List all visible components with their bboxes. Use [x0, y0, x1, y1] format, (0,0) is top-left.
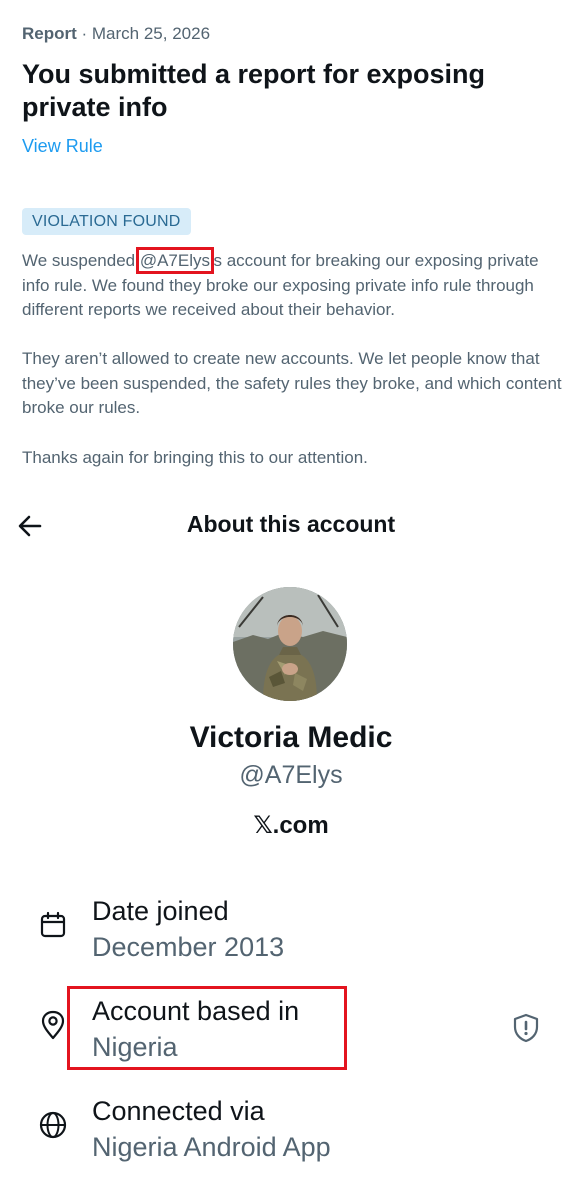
report-title: You submitted a report for exposing priv…: [22, 59, 486, 122]
avatar-photo: [233, 587, 347, 701]
violation-badge: VIOLATION FOUND: [22, 208, 191, 235]
suspended-handle-highlight: @A7Elys: [135, 247, 215, 274]
avatar: [233, 587, 347, 701]
about-account-panel: About this account Victoria Medic @A7Ely…: [0, 485, 582, 1200]
page-title: About this account: [186, 511, 396, 537]
globe-icon: [39, 1111, 67, 1139]
report-card: Report · March 25, 2026 You submitted a …: [0, 0, 582, 485]
date-joined-value: December 2013: [92, 932, 285, 962]
report-meta: Report · March 25, 2026: [22, 24, 210, 44]
display-name: Victoria Medic: [189, 721, 393, 754]
username-handle: @A7Elys: [239, 761, 343, 789]
suspension-paragraph: We suspended @A7Elys’s account for break…: [22, 247, 567, 323]
p1-text-before: We suspended: [22, 251, 140, 270]
report-category: Report: [22, 24, 77, 43]
connected-via-value: Nigeria Android App: [92, 1132, 331, 1162]
connected-via-label: Connected via: [92, 1096, 265, 1126]
location-highlight-box: [67, 986, 347, 1070]
consequences-paragraph: They aren’t allowed to create new accoun…: [22, 349, 562, 417]
calendar-icon: [40, 911, 66, 938]
shield-alert-icon: [513, 1013, 539, 1043]
date-joined-label: Date joined: [92, 896, 229, 926]
site-label: 𝕏.com: [253, 812, 329, 839]
report-date: March 25, 2026: [91, 24, 211, 43]
meta-separator: ·: [76, 24, 92, 43]
thanks-paragraph: Thanks again for bringing this to our at…: [22, 448, 368, 467]
view-rule-link[interactable]: View Rule: [22, 136, 103, 157]
location-info-button[interactable]: [509, 1011, 543, 1045]
location-pin-icon: [41, 1010, 65, 1040]
